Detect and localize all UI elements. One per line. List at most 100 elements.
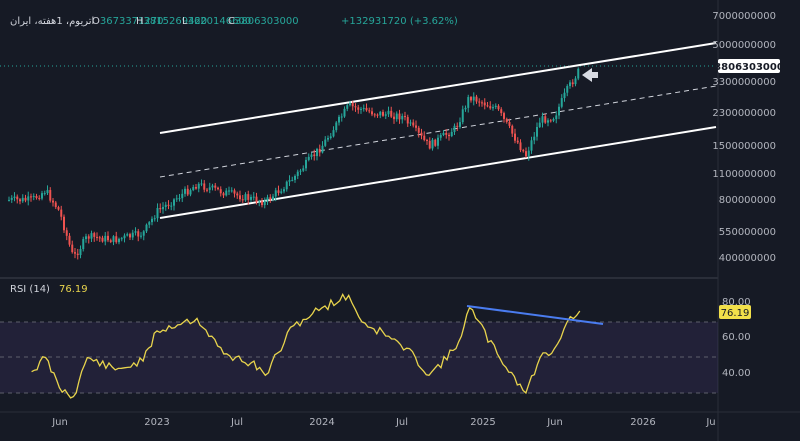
candle-body (82, 239, 85, 250)
candle-body (445, 132, 448, 135)
candle-body (324, 139, 327, 146)
time-tick: 2025 (470, 417, 495, 428)
candle-body (269, 197, 272, 200)
ohlc-key: H (136, 16, 144, 27)
candle-body (274, 190, 277, 197)
candle-body (439, 135, 442, 138)
candle-body (43, 193, 46, 195)
candle-body (30, 196, 32, 198)
candle-body (181, 193, 184, 199)
candle-body (217, 187, 219, 190)
candle-body (346, 105, 349, 109)
candle-body (65, 230, 68, 236)
candle-body (335, 122, 338, 131)
candle-body (225, 190, 228, 196)
candle-body (195, 187, 197, 189)
candle-body (574, 78, 577, 85)
rsi-label: RSI (14) (10, 284, 50, 295)
candle-body (448, 134, 450, 137)
candle-body (483, 102, 486, 106)
candle-body (239, 195, 241, 200)
candle-body (131, 232, 134, 238)
candle-body (109, 240, 112, 242)
candle-body (514, 133, 516, 141)
candle-body (338, 116, 340, 123)
ohlc-c: C3806303000 (228, 16, 299, 27)
candle-body (115, 236, 118, 243)
candle-body (79, 249, 82, 256)
candle-body (68, 235, 71, 245)
candle-body (527, 150, 530, 157)
candle-body (525, 151, 527, 157)
candle-body (357, 107, 360, 110)
time-tick: Jun (51, 417, 68, 428)
candle-body (415, 125, 417, 128)
candle-body (492, 107, 494, 109)
candle-body (461, 109, 464, 123)
candle-body (316, 148, 318, 157)
candle-body (10, 197, 13, 200)
candle-body (219, 189, 222, 194)
candle-body (310, 154, 313, 157)
candle-body (373, 114, 376, 116)
candle-body (467, 97, 470, 108)
candle-body (283, 189, 285, 192)
candle-body (197, 183, 200, 189)
candle-body (266, 197, 269, 201)
candle-body (371, 111, 373, 115)
candle-body (38, 197, 41, 199)
candle-body (505, 118, 508, 123)
candle-body (236, 193, 239, 196)
candle-body (233, 190, 236, 194)
candle-body (263, 200, 266, 206)
candle-body (459, 122, 461, 127)
candle-body (558, 106, 560, 116)
time-axis[interactable]: Jun 2023 Jul 2024 Jul 2025 Jun 2026 Ju (51, 417, 715, 428)
price-axis[interactable]: 7000000000 5000000000 3300000000 2300000000… (712, 11, 776, 264)
candle-body (343, 108, 346, 117)
candle-body (497, 105, 500, 110)
candle-body (536, 127, 538, 137)
rsi-tick: 60.00 (722, 332, 751, 343)
candle-body (54, 202, 57, 208)
time-tick: Ju (705, 417, 715, 428)
rsi-badge-label: 76.19 (721, 308, 750, 319)
rsi-value: 76.19 (59, 284, 88, 295)
candle-body (404, 116, 406, 118)
candle-body (395, 113, 398, 120)
candle-body (241, 199, 244, 201)
candle-body (384, 114, 387, 116)
candle-body (21, 197, 24, 202)
candle-body (192, 187, 195, 191)
candle-body (189, 190, 192, 195)
candle-body (184, 188, 186, 194)
chart-canvas[interactable]: اتریوم، 1هفته، ایران O3673371270H3815269… (0, 0, 800, 441)
candle-body (571, 82, 574, 85)
candle-body (442, 132, 445, 136)
candle-body (200, 183, 203, 185)
candle-body (464, 107, 467, 110)
ohlc-value: 3806303000 (235, 16, 299, 27)
candle-body (365, 107, 368, 111)
candle-body (486, 105, 489, 107)
candle-body (288, 180, 291, 182)
candle-body (500, 109, 503, 114)
candle-body (489, 106, 492, 109)
candle-body (137, 231, 140, 237)
candle-body (104, 235, 107, 242)
candle-body (261, 201, 263, 206)
candle-body (167, 204, 170, 206)
candle-body (426, 139, 428, 141)
candle-body (27, 196, 30, 201)
candle-body (401, 116, 404, 120)
candle-body (398, 113, 401, 120)
candle-body (360, 108, 362, 110)
candle-body (481, 102, 483, 104)
candle-body (13, 196, 16, 198)
candle-body (450, 131, 453, 137)
candle-body (472, 96, 475, 101)
candle-body (258, 201, 261, 203)
candle-body (211, 185, 214, 188)
candle-body (203, 183, 206, 190)
time-tick: 2023 (144, 417, 169, 428)
